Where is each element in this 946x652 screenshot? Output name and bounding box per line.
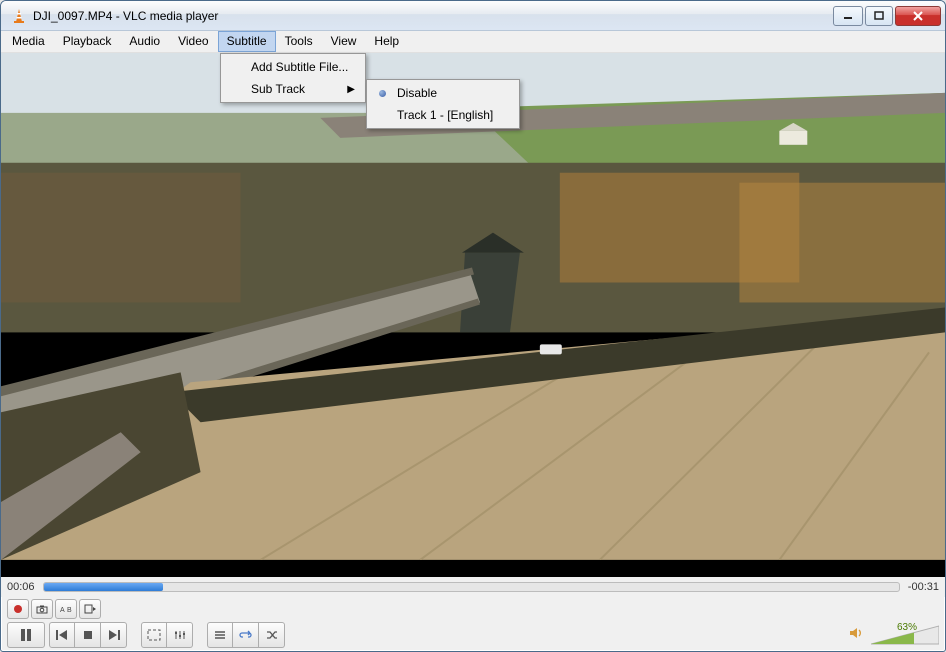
atob-loop-button[interactable]: AB (55, 599, 77, 619)
menu-subtitle[interactable]: Subtitle (218, 31, 276, 52)
pause-button[interactable] (7, 622, 45, 648)
frame-step-button[interactable] (79, 599, 101, 619)
menubar: Media Playback Audio Video Subtitle Tool… (1, 31, 945, 53)
next-button[interactable] (101, 622, 127, 648)
subtitle-dropdown: Add Subtitle File... Sub Track ▶ (220, 53, 366, 103)
previous-button[interactable] (49, 622, 75, 648)
menu-add-subtitle-file[interactable]: Add Subtitle File... (223, 56, 363, 78)
menu-help[interactable]: Help (365, 31, 408, 52)
elapsed-time[interactable]: 00:06 (7, 581, 35, 593)
vlc-cone-icon (11, 8, 27, 24)
menu-playback[interactable]: Playback (54, 31, 121, 52)
menu-view[interactable]: View (322, 31, 366, 52)
extra-controls-row: AB (1, 597, 945, 621)
submenu-disable[interactable]: Disable (369, 82, 517, 104)
minimize-button[interactable] (833, 6, 863, 26)
extended-settings-button[interactable] (167, 622, 193, 648)
stop-button[interactable] (75, 622, 101, 648)
main-controls-row: 63% (1, 621, 945, 651)
menu-sub-track[interactable]: Sub Track ▶ (223, 78, 363, 100)
close-button[interactable] (895, 6, 941, 26)
playlist-button[interactable] (207, 622, 233, 648)
video-frame (1, 53, 945, 560)
seek-bar[interactable] (43, 582, 900, 592)
window-buttons (831, 6, 941, 26)
remaining-time[interactable]: -00:31 (908, 581, 939, 593)
submenu-track1[interactable]: Track 1 - [English] (369, 104, 517, 126)
menu-sub-track-label: Sub Track (251, 82, 305, 96)
shuffle-button[interactable] (259, 622, 285, 648)
radio-selected-icon (379, 90, 386, 97)
submenu-disable-label: Disable (397, 86, 437, 100)
svg-text:A: A (60, 607, 65, 614)
loop-button[interactable] (233, 622, 259, 648)
chevron-right-icon: ▶ (347, 84, 355, 95)
subtrack-submenu: Disable Track 1 - [English] (366, 79, 520, 129)
volume-control: 63% (849, 624, 939, 646)
time-row: 00:06 -00:31 (1, 577, 945, 597)
record-button[interactable] (7, 599, 29, 619)
titlebar[interactable]: DJI_0097.MP4 - VLC media player (1, 1, 945, 31)
menu-audio[interactable]: Audio (120, 31, 169, 52)
seek-fill (44, 583, 164, 591)
svg-text:B: B (67, 607, 72, 614)
menu-video[interactable]: Video (169, 31, 217, 52)
playlist-group (207, 622, 285, 648)
menu-tools[interactable]: Tools (276, 31, 322, 52)
video-area[interactable] (1, 53, 945, 577)
volume-slider[interactable]: 63% (871, 624, 939, 646)
snapshot-button[interactable] (31, 599, 53, 619)
menu-media[interactable]: Media (3, 31, 54, 52)
maximize-button[interactable] (865, 6, 893, 26)
volume-percent-label: 63% (897, 622, 917, 633)
view-group (141, 622, 193, 648)
speaker-icon[interactable] (849, 626, 865, 645)
fullscreen-button[interactable] (141, 622, 167, 648)
vlc-window: DJI_0097.MP4 - VLC media player Media Pl… (0, 0, 946, 652)
window-title: DJI_0097.MP4 - VLC media player (33, 9, 831, 23)
nav-group (49, 622, 127, 648)
